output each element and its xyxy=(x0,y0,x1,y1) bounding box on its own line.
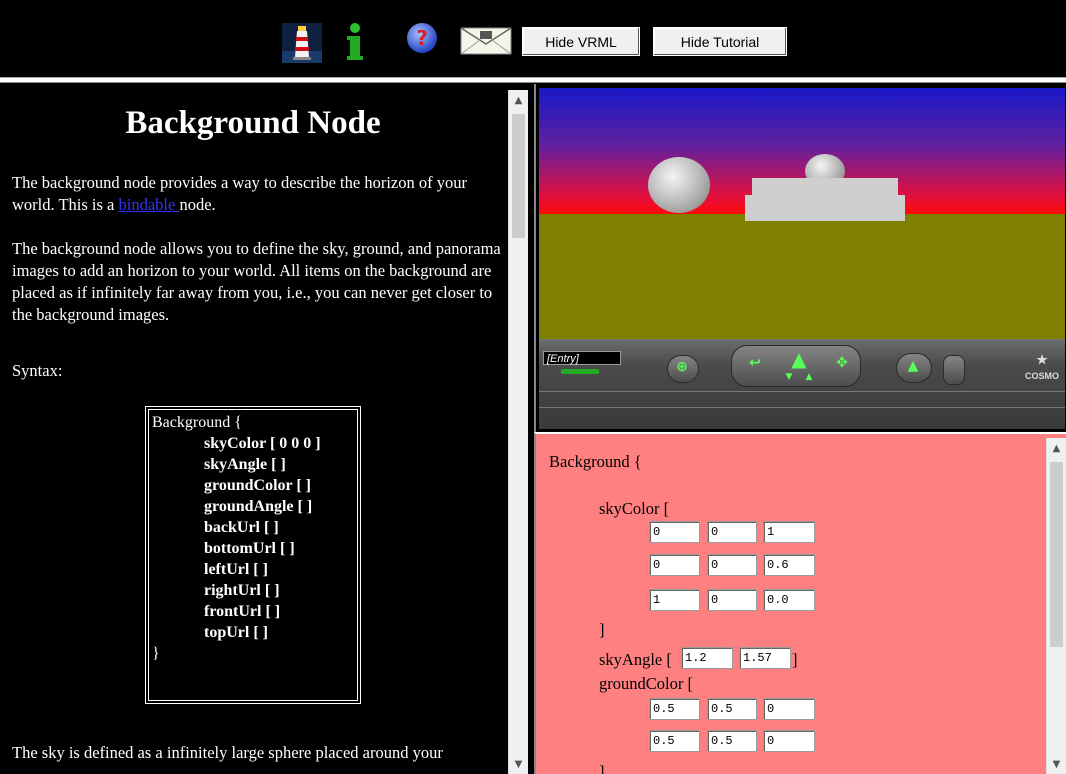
skycolor-r2[interactable] xyxy=(649,554,700,576)
cosmo-swirl-icon: ٭ xyxy=(1035,345,1049,373)
groundcolor-r1[interactable] xyxy=(649,698,700,720)
skycolor-r3[interactable] xyxy=(649,589,700,611)
hide-tutorial-button[interactable]: Hide Tutorial xyxy=(653,27,787,56)
syntax-field-backurl: backUrl [ ] xyxy=(204,519,279,536)
syntax-code: Background { skyColor [ 0 0 0 ] skyAngle… xyxy=(148,409,358,701)
skycolor-b1[interactable] xyxy=(763,521,815,543)
editor-scrollbar[interactable]: ▲ ▼ xyxy=(1046,438,1066,774)
vrml-editor-pane: Background { skyColor [ ] skyAngle [ ] g… xyxy=(534,432,1066,774)
building-base xyxy=(745,195,905,221)
syntax-field-topurl: topUrl [ ] xyxy=(204,624,268,641)
rotate-icon[interactable]: ↩ xyxy=(745,355,765,371)
bindable-link[interactable]: bindable xyxy=(119,195,180,214)
skycolor-b3[interactable] xyxy=(763,589,815,611)
viewpoint-selector[interactable]: [Entry] xyxy=(543,351,621,365)
top-toolbar: ? Hide VRML Hide Tutorial xyxy=(0,0,1066,78)
editor-scroll-thumb[interactable] xyxy=(1050,462,1063,647)
groundcolor-g1[interactable] xyxy=(707,698,757,720)
syntax-field-righturl: rightUrl [ ] xyxy=(204,582,280,599)
lighthouse-icon[interactable] xyxy=(282,23,322,63)
syntax-field-lefturl: leftUrl [ ] xyxy=(204,561,268,578)
description-paragraph: The background node allows you to define… xyxy=(12,239,501,324)
vrml-ground xyxy=(539,214,1065,339)
syntax-label: Syntax: xyxy=(12,361,63,380)
sky-paragraph: The sky is defined as a infinitely large… xyxy=(12,743,443,762)
cosmo-navigation-bar: [Entry] ⊕ ↩ ▲ ✥ ▼ ▲ ▲ ٭ COSMO xyxy=(539,339,1065,429)
scroll-thumb[interactable] xyxy=(512,114,525,238)
intro-text-end: node. xyxy=(179,195,216,214)
editor-background-open: Background { xyxy=(549,452,642,471)
syntax-field-fronturl: frontUrl [ ] xyxy=(204,603,281,620)
help-icon[interactable]: ? xyxy=(406,22,438,54)
cosmo-logo-text: COSMO xyxy=(1024,371,1059,381)
sphere-left xyxy=(648,157,710,213)
pan-icon[interactable]: ✥ xyxy=(832,355,852,371)
groundcolor-close: ] xyxy=(599,762,605,774)
syntax-close: } xyxy=(152,645,160,662)
viewpoint-indicator xyxy=(561,369,599,374)
tutorial-content: Background Node The background node prov… xyxy=(0,84,506,774)
skycolor-b2[interactable] xyxy=(763,554,815,576)
scroll-down-icon[interactable]: ▼ xyxy=(509,754,528,774)
skycolor-r1[interactable] xyxy=(649,521,700,543)
intro-paragraph: The background node provides a way to de… xyxy=(12,172,502,216)
mail-icon[interactable] xyxy=(460,27,512,55)
syntax-field-groundcolor: groundColor [ ] xyxy=(204,477,311,494)
toolbar-divider xyxy=(0,77,1066,83)
tutorial-scrollbar[interactable]: ▲ ▼ xyxy=(508,90,528,774)
editor-content: Background { skyColor [ ] skyAngle [ ] g… xyxy=(536,434,1044,774)
groundcolor-r2[interactable] xyxy=(649,730,700,752)
skycolor-g3[interactable] xyxy=(707,589,757,611)
intro-text: The background node provides a way to de… xyxy=(12,173,467,214)
walk-icon[interactable]: ▲ xyxy=(786,347,812,371)
skyangle-close: ] xyxy=(792,650,798,669)
svg-text:?: ? xyxy=(416,26,428,50)
tutorial-pane: Background Node The background node prov… xyxy=(0,84,530,774)
syntax-box: Background { skyColor [ 0 0 0 ] skyAngle… xyxy=(145,406,361,704)
cosmo-logo: ٭ COSMO xyxy=(1025,347,1059,381)
skycolor-label: skyColor [ xyxy=(599,499,670,518)
syntax-field-groundangle: groundAngle [ ] xyxy=(204,498,313,515)
groundcolor-label: groundColor [ xyxy=(599,674,693,693)
up-icon[interactable]: ▲ xyxy=(803,372,815,382)
syntax-field-skyangle: skyAngle [ ] xyxy=(204,456,286,473)
groundcolor-g2[interactable] xyxy=(707,730,757,752)
syntax-open: Background { xyxy=(152,414,242,431)
syntax-field-bottomurl: bottomUrl [ ] xyxy=(204,540,295,557)
groundcolor-b2[interactable] xyxy=(763,730,815,752)
target-icon: ⊕ xyxy=(676,359,688,375)
skycolor-g2[interactable] xyxy=(707,554,757,576)
vrml-viewer[interactable]: [Entry] ⊕ ↩ ▲ ✥ ▼ ▲ ▲ ٭ COSMO xyxy=(534,84,1066,432)
skyangle-label: skyAngle [ xyxy=(599,650,672,669)
hide-vrml-button[interactable]: Hide VRML xyxy=(522,27,640,56)
groundcolor-b1[interactable] xyxy=(763,698,815,720)
page-title: Background Node xyxy=(125,105,381,141)
editor-scroll-up-icon[interactable]: ▲ xyxy=(1047,438,1066,458)
scroll-up-icon[interactable]: ▲ xyxy=(509,90,528,110)
info-icon[interactable] xyxy=(344,22,366,62)
syntax-field-skycolor: skyColor [ 0 0 0 ] xyxy=(204,435,321,452)
seek-button[interactable] xyxy=(943,355,965,385)
down-icon[interactable]: ▼ xyxy=(783,372,795,382)
examine-icon: ▲ xyxy=(907,358,919,374)
skycolor-close: ] xyxy=(599,620,605,639)
skyangle-1[interactable] xyxy=(681,647,733,669)
editor-scroll-down-icon[interactable]: ▼ xyxy=(1047,754,1066,774)
skyangle-2[interactable] xyxy=(739,647,791,669)
skycolor-g1[interactable] xyxy=(707,521,757,543)
